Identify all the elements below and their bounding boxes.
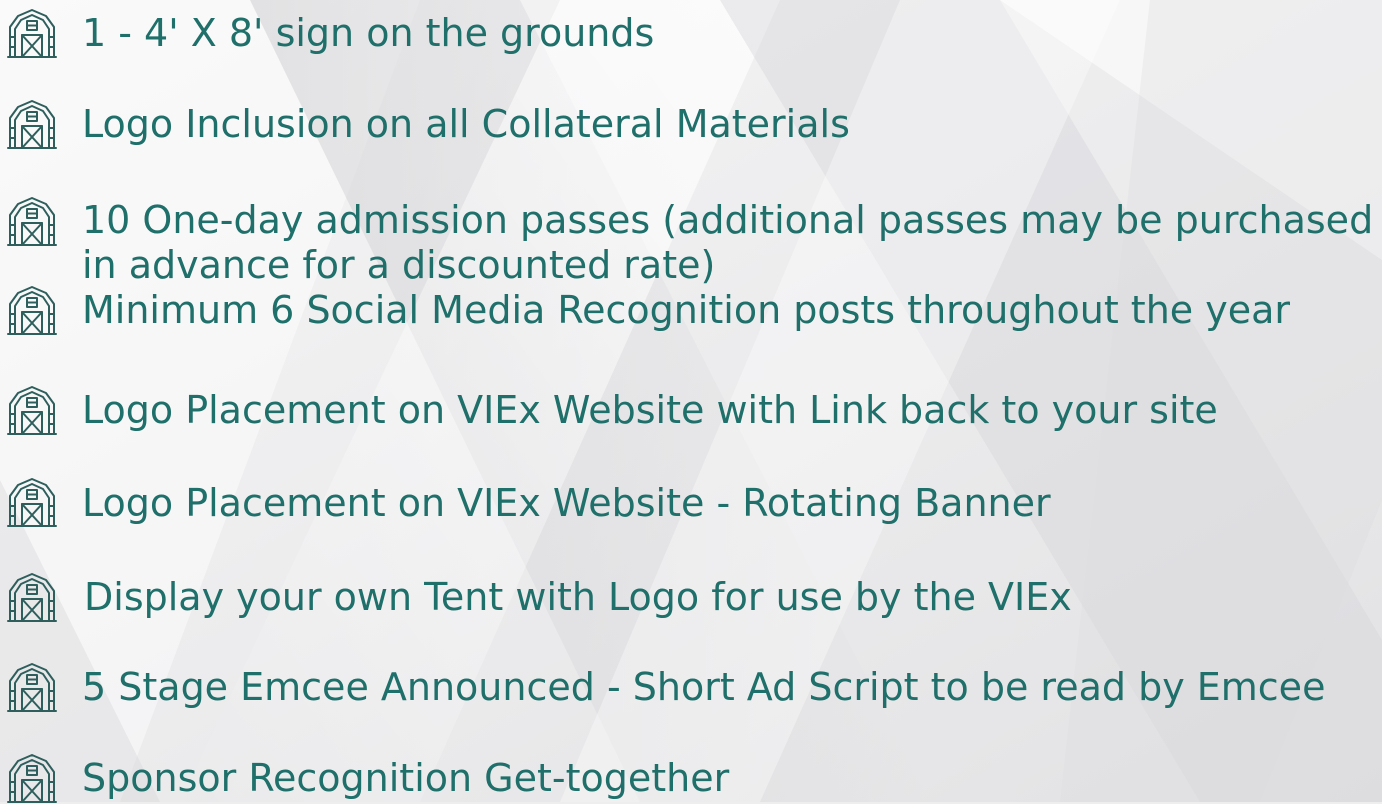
- benefit-text: Minimum 6 Social Media Recognition posts…: [82, 288, 1291, 332]
- benefit-text: Sponsor Recognition Get-together: [82, 756, 730, 800]
- benefit-text: 5 Stage Emcee Announced - Short Ad Scrip…: [82, 665, 1326, 709]
- benefit-text: 1 - 4' X 8' sign on the grounds: [82, 11, 655, 55]
- barn-icon: [7, 384, 57, 436]
- benefit-text: Logo Inclusion on all Collateral Materia…: [82, 102, 850, 146]
- barn-icon: [7, 98, 57, 150]
- barn-icon: [7, 661, 57, 713]
- barn-icon: [7, 571, 57, 623]
- barn-icon: [7, 476, 57, 528]
- benefit-text: Display your own Tent with Logo for use …: [84, 575, 1072, 619]
- benefit-text: 10 One-day admission passes (additional …: [82, 198, 1374, 287]
- benefit-text: Logo Placement on VIEx Website with Link…: [82, 388, 1218, 432]
- barn-icon: [7, 284, 57, 336]
- barn-icon: [7, 752, 57, 804]
- barn-icon: [7, 7, 57, 59]
- barn-icon: [7, 195, 57, 247]
- benefit-text: Logo Placement on VIEx Website - Rotatin…: [82, 481, 1051, 525]
